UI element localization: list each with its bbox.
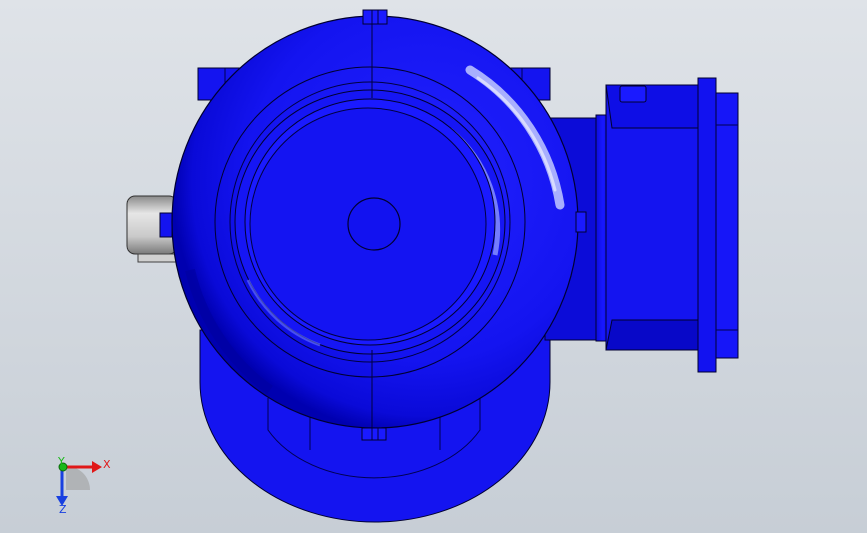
bottom-lug xyxy=(361,427,387,441)
left-shaft-boss xyxy=(126,195,179,263)
3d-graphics-viewport[interactable]: X Y Z xyxy=(0,0,867,533)
y-axis-label: Y xyxy=(57,455,65,468)
model-view[interactable]: X Y Z xyxy=(0,0,867,533)
center-bore xyxy=(347,197,401,251)
top-lug xyxy=(362,9,388,25)
right-lug xyxy=(575,211,587,233)
x-axis-label: X xyxy=(103,458,111,471)
z-axis-label: Z xyxy=(59,503,67,516)
